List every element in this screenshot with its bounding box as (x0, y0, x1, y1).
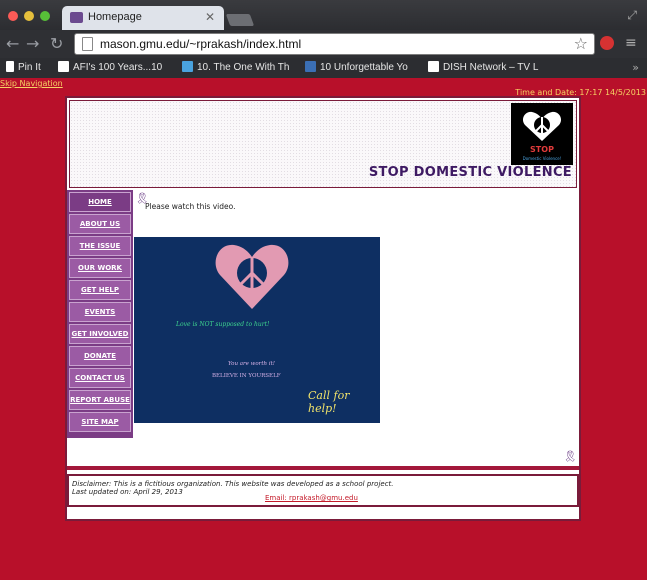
url-text: mason.gmu.edu/~rprakash/index.html (100, 37, 302, 51)
address-bar[interactable]: mason.gmu.edu/~rprakash/index.html ☆ (74, 33, 595, 55)
bookmark-item[interactable]: 10 Unforgettable Yo (305, 61, 408, 73)
zap2it-icon (428, 61, 439, 72)
more-bookmarks-icon[interactable]: » (632, 61, 639, 74)
video-player[interactable]: Love is NOT supposed to hurt! You are wo… (134, 237, 380, 423)
sidebar-nav: HOME ABOUT US THE ISSUE OUR WORK GET HEL… (67, 190, 133, 438)
window-maximize-button[interactable] (40, 11, 50, 21)
bookmark-item[interactable]: Pin It (6, 61, 41, 73)
nav-home[interactable]: HOME (69, 192, 131, 212)
browser-titlebar: Homepage ✕ ⤢ (0, 0, 647, 30)
disclaimer-text: Disclaimer: This is a fictitious organiz… (72, 480, 394, 488)
skip-navigation-link[interactable]: Skip Navigation (0, 79, 63, 88)
new-tab-button[interactable] (225, 14, 255, 26)
intro-text: Please watch this video. (145, 202, 236, 211)
back-arrow-icon[interactable]: ← (6, 34, 19, 53)
m-icon (305, 61, 316, 72)
email-link[interactable]: Email: rprakash@gmu.edu (265, 494, 358, 502)
browser-tab[interactable]: Homepage ✕ (62, 6, 224, 30)
nav-our-work[interactable]: OUR WORK (69, 258, 131, 278)
bookmark-item[interactable]: AFI's 100 Years...10 (58, 61, 162, 73)
favicon-icon (70, 12, 83, 23)
nav-the-issue[interactable]: THE ISSUE (69, 236, 131, 256)
logo-subtext: Domestic Violence! (522, 156, 562, 161)
video-love-text: Love is NOT supposed to hurt! (176, 321, 270, 328)
tab-title: Homepage (88, 11, 142, 23)
forward-arrow-icon[interactable]: → (26, 34, 39, 53)
video-worth-text: You are worth it! (228, 361, 275, 367)
site-header: STOP Domestic Violence! STOP DOMESTIC VI… (69, 100, 577, 188)
page-icon (82, 37, 93, 51)
page-container: STOP Domestic Violence! STOP DOMESTIC VI… (65, 96, 581, 521)
peace-heart-icon (215, 244, 289, 309)
nav-about-us[interactable]: ABOUT US (69, 214, 131, 234)
browser-toolbar: ← → ↻ mason.gmu.edu/~rprakash/index.html… (0, 30, 647, 58)
nav-donate[interactable]: DONATE (69, 346, 131, 366)
reload-icon[interactable]: ↻ (50, 34, 63, 53)
nav-report-abuse[interactable]: REPORT ABUSE (69, 390, 131, 410)
nav-events[interactable]: EVENTS (69, 302, 131, 322)
footer-divider (67, 466, 579, 470)
nav-get-help[interactable]: GET HELP (69, 280, 131, 300)
page-title: STOP DOMESTIC VIOLENCE (368, 165, 572, 180)
video-believe-text: BELIEVE IN YOURSELF (212, 373, 281, 379)
bookmark-star-icon[interactable]: ☆ (574, 34, 588, 53)
page-icon (6, 61, 14, 72)
nav-get-involved[interactable]: GET INVOLVED (69, 324, 131, 344)
menu-icon[interactable]: ≡ (625, 35, 637, 51)
bookmarks-bar: Pin It AFI's 100 Years...10 10. The One … (0, 58, 647, 78)
ribbon-icon: 🎗 (563, 450, 577, 463)
window-close-button[interactable] (8, 11, 18, 21)
bookmark-item[interactable]: DISH Network – TV L (428, 61, 538, 73)
nav-site-map[interactable]: SITE MAP (69, 412, 131, 432)
w-icon (58, 61, 69, 72)
logo-text: STOP (530, 145, 554, 154)
bookmark-item[interactable]: 10. The One With Th (182, 61, 289, 73)
fullscreen-icon[interactable]: ⤢ (627, 8, 637, 23)
stop-logo: STOP Domestic Violence! (511, 103, 573, 165)
window-minimize-button[interactable] (24, 11, 34, 21)
tab-close-icon[interactable]: ✕ (205, 10, 215, 24)
site-footer: Disclaimer: This is a fictitious organiz… (67, 474, 579, 507)
video-call-text: Call for help! (308, 389, 350, 415)
nav-contact-us[interactable]: CONTACT US (69, 368, 131, 388)
extension-icon[interactable] (600, 36, 614, 50)
bird-icon (182, 61, 193, 72)
